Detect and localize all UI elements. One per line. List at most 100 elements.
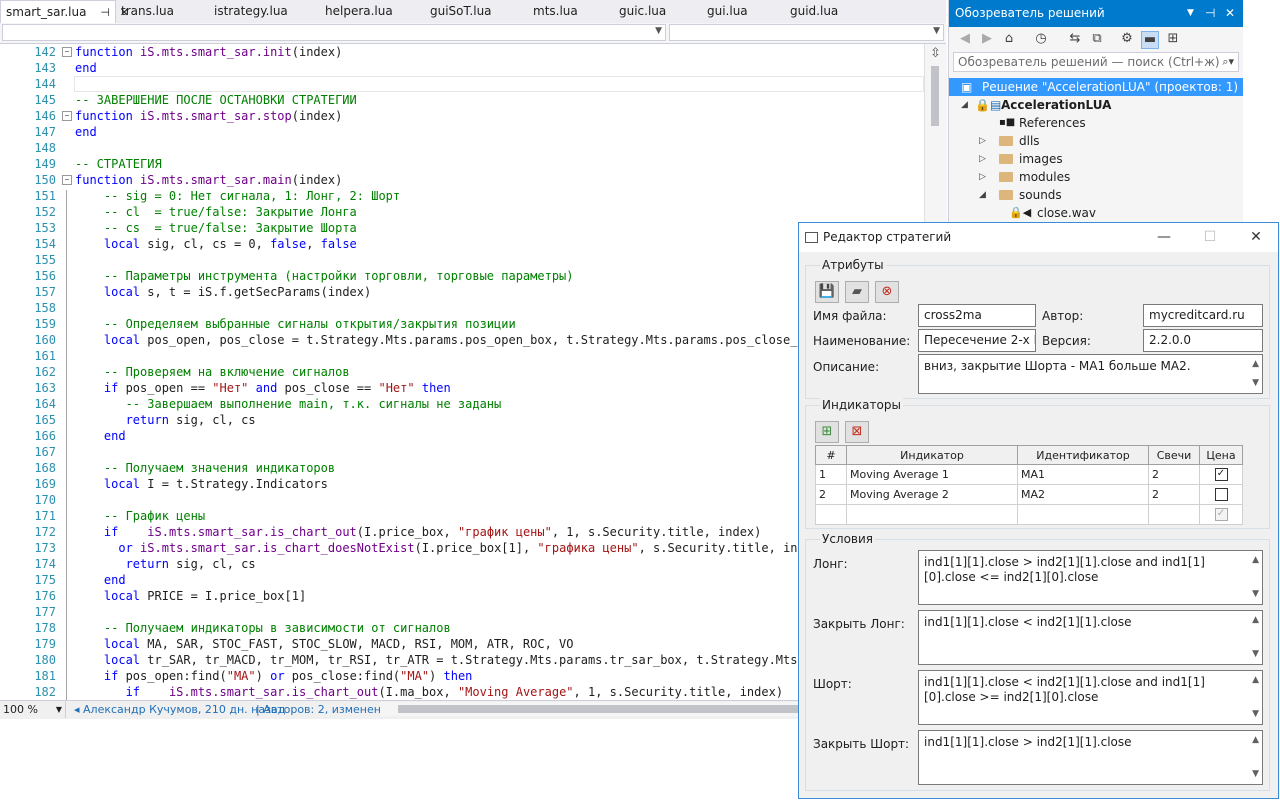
tree-item-dlls[interactable]: ▷ dlls	[949, 132, 1243, 150]
scroll-up-icon[interactable]: ▲	[1252, 553, 1259, 568]
member-dropdown[interactable]: ▼	[669, 24, 944, 41]
scroll-down-icon[interactable]: ▼	[1252, 587, 1259, 602]
save-button[interactable]: 💾	[815, 281, 839, 303]
history-icon[interactable]: ◷	[1033, 31, 1049, 47]
forward-icon[interactable]: ▶	[979, 31, 995, 47]
new-row[interactable]: ✓	[815, 504, 1243, 525]
column-header[interactable]: Индикатор	[846, 445, 1018, 465]
tab-guid[interactable]: guid.lua	[790, 0, 838, 23]
price-checkbox[interactable]: ✓	[1214, 508, 1228, 522]
code-line[interactable]: 147 end	[0, 124, 946, 140]
column-header[interactable]: #	[815, 445, 847, 465]
close-short-condition-field[interactable]: ind1[1][1].close > ind2[1][1].close ▲ ▼	[918, 730, 1263, 785]
close-icon[interactable]: ✕	[1225, 0, 1235, 27]
close-long-condition-field[interactable]: ind1[1][1].close < ind2[1][1].close ▲ ▼	[918, 610, 1263, 665]
tree-item-close-wav[interactable]: 🔒◀ close.wav	[949, 204, 1243, 222]
expanded-arrow-icon[interactable]: ◢	[979, 186, 986, 204]
collapse-icon[interactable]: −	[62, 111, 72, 121]
long-condition-field[interactable]: ind1[1][1].close > ind2[1][1].close and …	[918, 550, 1263, 605]
name-field[interactable]: Пересечение 2-х MA	[918, 329, 1036, 352]
tab-smart-sar[interactable]: smart_sar.lua ⊣ ✕	[0, 0, 129, 24]
author-field[interactable]: mycreditcard.ru	[1143, 304, 1263, 327]
code-line[interactable]: 145 -- ЗАВЕРШЕНИЕ ПОСЛЕ ОСТАНОВКИ СТРАТЕГ…	[0, 92, 946, 108]
pin-icon[interactable]: ⊣	[100, 1, 110, 24]
collapsed-arrow-icon[interactable]: ▷	[979, 168, 986, 186]
scope-dropdown[interactable]: ▼	[2, 24, 666, 41]
tab-mts[interactable]: mts.lua	[533, 0, 578, 23]
zoom-level[interactable]: 100 % ▼	[0, 701, 66, 718]
code-line[interactable]: 143 end	[0, 60, 946, 76]
scroll-down-icon[interactable]: ▼	[1252, 707, 1259, 722]
candles-cell[interactable]: 2	[1148, 464, 1200, 485]
scroll-down-icon[interactable]: ▼	[1252, 647, 1259, 662]
collapsed-arrow-icon[interactable]: ▷	[979, 150, 986, 168]
collapse-all-icon[interactable]: ⧉	[1089, 31, 1105, 47]
minimize-button[interactable]: —	[1142, 223, 1186, 252]
column-header[interactable]: Свечи	[1148, 445, 1200, 465]
solution-search-input[interactable]: Обозреватель решений — поиск (Ctrl+ж) ⌕▾	[953, 52, 1239, 72]
scroll-up-icon[interactable]: ▲	[1252, 733, 1259, 748]
code-line[interactable]: 149 -- СТРАТЕГИЯ	[0, 156, 946, 172]
indicator-cell[interactable]	[846, 504, 1018, 525]
pin-icon[interactable]: ⊣	[1205, 0, 1215, 27]
tree-item-modules[interactable]: ▷ modules	[949, 168, 1243, 186]
close-button[interactable]: ✕	[1234, 223, 1278, 252]
home-icon[interactable]: ⌂	[1001, 31, 1017, 47]
price-checkbox[interactable]: ✓	[1214, 468, 1228, 482]
project-node[interactable]: ◢ 🔒▤ AccelerationLUA	[949, 96, 1243, 114]
tab-gui[interactable]: gui.lua	[707, 0, 748, 23]
code-line[interactable]: 151 -- sig = 0: Нет сигнала, 1: Лонг, 2:…	[0, 188, 946, 204]
code-line[interactable]: 144	[0, 76, 946, 92]
tab-guisot[interactable]: guiSoT.lua	[430, 0, 492, 23]
search-icon[interactable]: ⌕▾	[1222, 53, 1234, 71]
scroll-down-icon[interactable]: ▼	[1252, 767, 1259, 782]
version-field[interactable]: 2.2.0.0	[1143, 329, 1263, 352]
table-row[interactable]: 1 Moving Average 1 MA1 2 ✓	[815, 464, 1243, 485]
codelens-author[interactable]: ◂ Александр Кучумов, 210 дн. назад	[74, 701, 285, 718]
collapsed-arrow-icon[interactable]: ▷	[979, 132, 986, 150]
candles-cell[interactable]: 2	[1148, 484, 1200, 505]
tab-helpera[interactable]: helpera.lua	[325, 0, 393, 23]
open-button[interactable]: ▰	[845, 281, 869, 303]
preview-icon[interactable]: ▬	[1141, 31, 1159, 49]
delete-button[interactable]: ⊗	[875, 281, 899, 303]
identifier-cell[interactable]: MA2	[1017, 484, 1149, 505]
class-view-icon[interactable]: ⊞	[1165, 31, 1181, 47]
column-header[interactable]: Идентификатор	[1017, 445, 1149, 465]
add-indicator-button[interactable]: ⊞	[815, 421, 839, 443]
maximize-button[interactable]: ☐	[1188, 223, 1232, 252]
identifier-cell[interactable]: MA1	[1017, 464, 1149, 485]
solution-node[interactable]: ▣ Решение "AccelerationLUA" (проектов: 1…	[949, 78, 1243, 96]
tree-item-sounds[interactable]: ◢ sounds	[949, 186, 1243, 204]
back-icon[interactable]: ◀	[957, 31, 973, 47]
expanded-arrow-icon[interactable]: ◢	[961, 96, 968, 114]
indicator-cell[interactable]: Moving Average 1	[846, 464, 1018, 485]
collapse-icon[interactable]: −	[62, 47, 72, 57]
tab-guic[interactable]: guic.lua	[619, 0, 666, 23]
scroll-thumb[interactable]	[931, 66, 939, 126]
tree-item-images[interactable]: ▷ images	[949, 150, 1243, 168]
code-line[interactable]: 146− function iS.mts.smart_sar.stop(index…	[0, 108, 946, 124]
table-row[interactable]: 2 Moving Average 2 MA2 2	[815, 484, 1243, 505]
identifier-cell[interactable]	[1017, 504, 1149, 525]
filename-field[interactable]: cross2ma	[918, 304, 1036, 327]
scroll-up-icon[interactable]: ▲	[1252, 357, 1259, 372]
price-checkbox[interactable]	[1214, 488, 1228, 502]
scroll-down-icon[interactable]: ▼	[1252, 376, 1259, 391]
code-line[interactable]: 148	[0, 140, 946, 156]
code-line[interactable]: 152 -- cl = true/false: Закрытие Лонга	[0, 204, 946, 220]
tab-trans[interactable]: trans.lua	[121, 0, 174, 23]
scroll-up-icon[interactable]: ▲	[1252, 673, 1259, 688]
tree-item-references[interactable]: ▪■ References	[949, 114, 1243, 132]
scroll-up-icon[interactable]: ▲	[1252, 613, 1259, 628]
sync-icon[interactable]: ⇆	[1067, 31, 1083, 47]
properties-icon[interactable]: ⚙	[1119, 31, 1135, 47]
code-line[interactable]: 142− function iS.mts.smart_sar.init(index…	[0, 44, 946, 60]
candles-cell[interactable]	[1148, 504, 1200, 525]
code-line[interactable]: 150− function iS.mts.smart_sar.main(index…	[0, 172, 946, 188]
indicator-cell[interactable]: Moving Average 2	[846, 484, 1018, 505]
split-icon[interactable]: ⇳	[930, 46, 941, 61]
column-header[interactable]: Цена	[1199, 445, 1243, 465]
description-field[interactable]: вниз, закрытие Шорта - MA1 больше MA2. ▲…	[918, 354, 1263, 394]
chevron-down-icon[interactable]: ▼	[1187, 0, 1194, 27]
